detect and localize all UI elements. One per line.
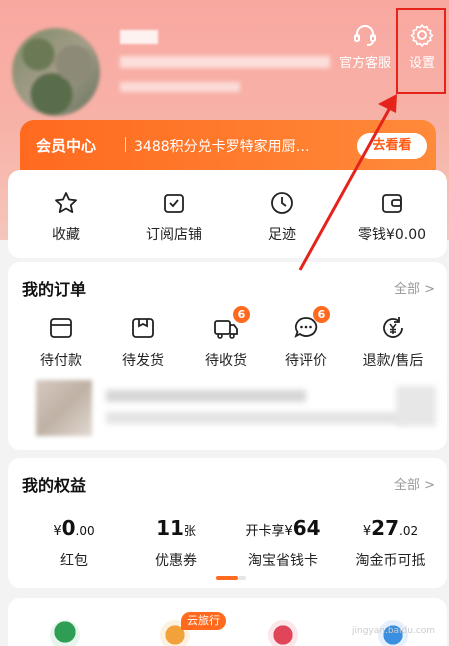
- carousel-indicator: [238, 576, 246, 580]
- pending-review-label: 待评价: [285, 353, 327, 369]
- pending-shipment-button[interactable]: 待发货: [108, 314, 178, 370]
- red-packet-label: 红包: [60, 553, 88, 569]
- member-go-button[interactable]: 去看看: [357, 133, 427, 159]
- favorites-label: 收藏: [52, 227, 80, 243]
- subscribed-shops-label: 订阅店铺: [146, 227, 202, 243]
- pending-payment-label: 待付款: [40, 353, 82, 369]
- pending-review-button[interactable]: 6 待评价: [271, 306, 341, 370]
- savings-card-label: 淘宝省钱卡: [248, 553, 318, 569]
- pending-receipt-badge: 6: [233, 306, 250, 323]
- refund-aftersale-label: 退款/售后: [362, 353, 424, 369]
- gold-coin-prefix: ¥: [362, 524, 372, 539]
- member-divider: [125, 137, 126, 152]
- savings-card-item[interactable]: 开卡享¥64 淘宝省钱卡: [228, 516, 338, 570]
- subscribed-shops-button[interactable]: 订阅店铺: [134, 190, 214, 244]
- clock-icon: [271, 192, 293, 214]
- box-icon: [132, 318, 154, 338]
- chat-icon-wrap: 6: [292, 306, 330, 342]
- gold-coin-label: 淘金币可抵: [355, 553, 426, 569]
- service-icon-red[interactable]: [268, 620, 298, 646]
- my-orders-card: 我的订单 全部 > 待付款 待发货 6 待收货 6 待评价 退款/售后: [8, 262, 447, 450]
- carousel-indicator-active: [216, 576, 238, 580]
- coupon-item[interactable]: 11张 优惠券: [126, 516, 226, 570]
- pending-shipment-label: 待发货: [122, 353, 164, 369]
- order-action-blurred: [396, 386, 436, 426]
- user-info-blurred-2: [120, 82, 240, 92]
- customer-service-label: 官方客服: [338, 56, 391, 71]
- benefits-title: 我的权益: [22, 476, 87, 495]
- wallet-icon: [382, 194, 402, 213]
- username-blurred: [120, 30, 158, 44]
- my-benefits-card: 我的权益 全部 > ¥0.00 红包 11张 优惠券 开卡享¥64 淘宝省钱卡 …: [8, 458, 447, 588]
- watermark-logo: Bai 经验: [330, 598, 397, 617]
- pending-review-badge: 6: [313, 306, 330, 323]
- card-icon: [50, 318, 72, 338]
- coupon-label: 优惠券: [155, 553, 197, 569]
- headset-icon: [354, 25, 376, 46]
- savings-card-prefix: 开卡享¥: [245, 524, 293, 539]
- wallet-button[interactable]: 零钱¥0.00: [350, 190, 434, 244]
- red-packet-amount: 0: [61, 516, 76, 540]
- order-text-blurred: [106, 390, 306, 402]
- footprint-label: 足迹: [268, 227, 296, 243]
- red-packet-value: ¥0.00: [24, 516, 124, 540]
- orders-title: 我的订单: [22, 280, 87, 299]
- member-promo-text: 3488积分兑卡罗特家用厨…: [134, 139, 310, 155]
- red-packet-decimal: .00: [75, 524, 95, 538]
- order-thumbnail: [36, 380, 92, 436]
- settings-highlight-box: [396, 8, 446, 94]
- check-square-icon: [164, 194, 184, 213]
- member-center-banner[interactable]: 会员中心 3488积分兑卡罗特家用厨… 去看看: [20, 120, 436, 172]
- red-packet-prefix: ¥: [53, 524, 62, 539]
- savings-card-amount: 64: [292, 516, 321, 540]
- orders-all-link[interactable]: 全部 >: [394, 278, 435, 297]
- star-icon: [55, 192, 77, 213]
- red-packet-item[interactable]: ¥0.00 红包: [24, 516, 124, 570]
- refund-icon: [383, 317, 403, 338]
- savings-card-value: 开卡享¥64: [228, 516, 338, 540]
- gold-coin-value: ¥27.02: [338, 516, 443, 540]
- travel-tag: 云旅行: [181, 612, 226, 630]
- watermark-url: jingyan.baidu.com: [352, 626, 436, 636]
- coupon-count: 11: [156, 516, 184, 540]
- pending-payment-button[interactable]: 待付款: [26, 314, 96, 370]
- service-icon-green[interactable]: [50, 620, 80, 646]
- benefits-all-link[interactable]: 全部 >: [394, 474, 435, 493]
- pending-receipt-label: 待收货: [205, 353, 247, 369]
- gold-coin-amount: 27: [371, 516, 400, 540]
- favorites-button[interactable]: 收藏: [36, 190, 96, 244]
- refund-aftersale-button[interactable]: 退款/售后: [353, 314, 433, 370]
- coupon-value: 11张: [126, 516, 226, 540]
- truck-icon-wrap: 6: [212, 306, 250, 342]
- pending-receipt-button[interactable]: 6 待收货: [191, 306, 261, 370]
- avatar[interactable]: [12, 28, 100, 116]
- customer-service-button[interactable]: 官方客服: [335, 22, 395, 71]
- order-text-blurred-2: [106, 412, 406, 424]
- user-info-blurred: [120, 56, 330, 68]
- footprint-button[interactable]: 足迹: [252, 190, 312, 244]
- gold-coin-item[interactable]: ¥27.02 淘金币可抵: [338, 516, 443, 570]
- member-center-title: 会员中心: [36, 137, 97, 155]
- coupon-unit: 张: [183, 524, 196, 538]
- quick-actions-card: 收藏 订阅店铺 足迹 零钱¥0.00: [8, 170, 447, 258]
- gold-coin-decimal: .02: [399, 524, 419, 538]
- wallet-label: 零钱¥0.00: [357, 227, 427, 243]
- order-preview-blurred[interactable]: [36, 380, 436, 436]
